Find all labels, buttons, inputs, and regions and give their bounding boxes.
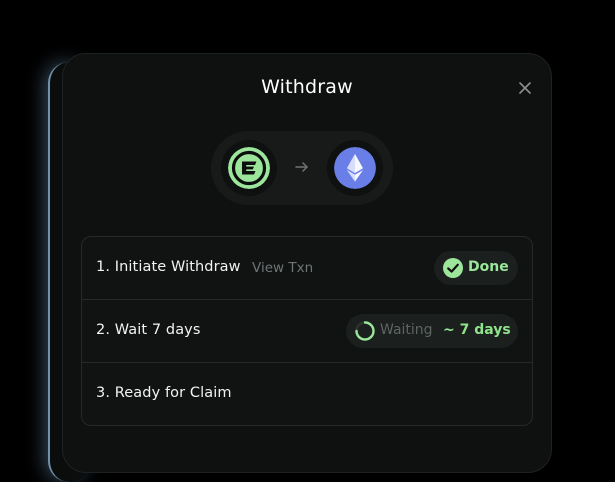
step-label: 1. Initiate Withdraw <box>96 259 241 275</box>
step-initiate-withdraw: 1. Initiate Withdraw View Txn Done <box>82 237 532 300</box>
loading-spinner-icon <box>355 321 375 341</box>
eta-text: ~ 7 days <box>443 322 511 338</box>
modal-title: Withdraw <box>261 76 353 98</box>
status-badge-waiting: Waiting ~ 7 days <box>346 314 518 348</box>
source-chain-badge <box>221 140 277 196</box>
source-chain-e-logo-icon <box>228 147 270 189</box>
step-ready-for-claim: 3. Ready for Claim <box>82 363 532 425</box>
close-icon[interactable] <box>515 78 535 98</box>
status-text: Waiting <box>380 322 433 338</box>
view-txn-link[interactable]: View Txn <box>252 260 313 276</box>
step-label: 3. Ready for Claim <box>96 385 232 401</box>
check-circle-icon <box>443 258 463 278</box>
step-wait: 2. Wait 7 days Waiting ~ 7 days <box>82 300 532 363</box>
withdraw-steps-list: 1. Initiate Withdraw View Txn Done 2. Wa… <box>81 236 533 426</box>
status-text: Done <box>468 259 509 275</box>
arrow-right-icon <box>295 162 308 172</box>
ethereum-logo-icon <box>334 147 376 189</box>
step-label: 2. Wait 7 days <box>96 322 201 338</box>
withdraw-modal: Withdraw 1. Initiate Withdraw View Txn D… <box>62 53 552 473</box>
status-badge-done: Done <box>434 251 518 285</box>
destination-chain-badge <box>327 140 383 196</box>
transfer-route <box>211 131 393 205</box>
